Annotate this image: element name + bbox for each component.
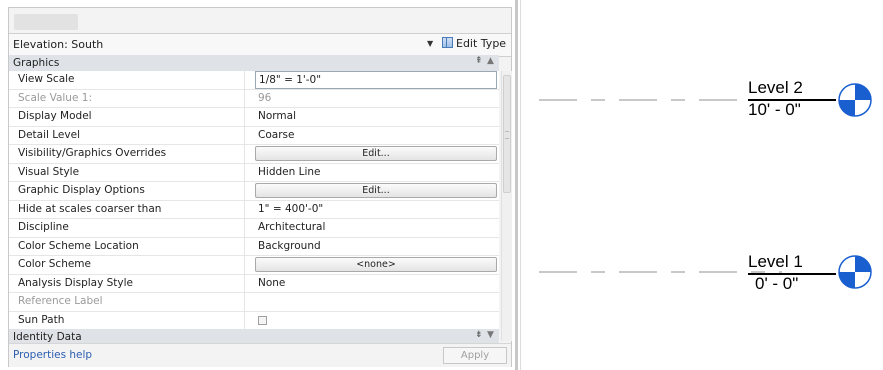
property-value[interactable]: Architectural (255, 219, 499, 237)
level-2-line[interactable] (525, 98, 785, 102)
expand-icon[interactable]: ⇟ (475, 330, 483, 340)
property-value[interactable]: None (255, 275, 499, 293)
property-name: Reference Label (9, 293, 245, 311)
panel-splitter-edge (520, 0, 521, 370)
level-head-quadrant (855, 84, 871, 100)
property-value-text: 1/8" = 1'-0" (259, 74, 322, 86)
property-checkbox[interactable] (258, 315, 267, 325)
property-value-text (255, 295, 258, 307)
properties-help-link[interactable]: Properties help (13, 349, 92, 361)
type-selector[interactable]: Elevation: South ▼ Edit Type (9, 33, 511, 57)
edit-type-button[interactable]: Edit Type (442, 37, 506, 50)
edit-type-label: Edit Type (456, 37, 507, 50)
property-row[interactable]: Detail Level Coarse (9, 126, 499, 145)
property-grid: View Scale 1/8" = 1'-0" Scale Value 1: 96 Di… (9, 71, 499, 330)
property-value-text: Normal (258, 110, 296, 122)
group-header-label: Graphics (13, 57, 60, 69)
property-row[interactable]: Color Scheme Location Background (9, 237, 499, 256)
property-name: Analysis Display Style (9, 274, 245, 292)
properties-panel: Elevation: South ▼ Edit Type Graphics ⇞ … (8, 7, 512, 367)
property-value-text: None (258, 276, 286, 289)
group-header-label: Identity Data (13, 331, 82, 343)
property-name: Visibility/Graphics Overrides (9, 145, 245, 163)
property-name: Sun Path (9, 311, 245, 329)
property-value-text: 1" = 400'-0" (258, 202, 324, 215)
elevation-view[interactable]: Level 2 10' - 0" Level 1 0' - 0" (525, 0, 883, 370)
property-value-text: 96 (258, 91, 272, 104)
property-name: Visual Style (9, 163, 245, 181)
property-edit-button[interactable]: Edit... (255, 183, 497, 198)
property-row[interactable]: Scale Value 1: 96 (9, 89, 499, 108)
scrollbar[interactable] (501, 71, 512, 341)
property-name: Color Scheme (9, 256, 245, 274)
property-value[interactable]: 1" = 400'-0" (255, 201, 499, 219)
property-row[interactable]: Discipline Architectural (9, 219, 499, 238)
property-row[interactable]: Color Scheme <none> (9, 256, 499, 275)
property-name: Detail Level (9, 126, 245, 144)
level-2-name[interactable]: Level 2 (748, 78, 803, 98)
property-row[interactable]: Display Model Normal (9, 108, 499, 127)
property-edit-button[interactable]: Edit... (255, 146, 497, 161)
property-row[interactable]: Graphic Display Options Edit... (9, 182, 499, 201)
scroll-up-icon[interactable]: ▲ (487, 56, 494, 66)
property-row[interactable]: View Scale 1/8" = 1'-0" (9, 71, 499, 90)
level-head-quadrant (839, 100, 855, 116)
property-value[interactable]: Coarse (255, 127, 499, 145)
scrollbar-thumb[interactable] (503, 75, 511, 193)
level-head-quadrant (855, 256, 871, 272)
property-name: Scale Value 1: (9, 89, 245, 107)
dropdown-arrow-icon[interactable]: ▼ (427, 39, 433, 48)
property-value[interactable]: Background (255, 238, 499, 256)
property-row[interactable]: Hide at scales coarser than 1" = 400'-0" (9, 200, 499, 219)
level-1-line[interactable] (525, 270, 785, 274)
property-row[interactable]: Sun Path (9, 311, 499, 330)
property-value-text: Hidden Line (258, 165, 321, 178)
property-name: Graphic Display Options (9, 182, 245, 200)
scroll-down-icon[interactable]: ▼ (487, 330, 494, 340)
group-header-graphics[interactable]: Graphics ⇞ ▲ (9, 55, 499, 72)
property-row[interactable]: Analysis Display Style None (9, 274, 499, 293)
level-1-elevation[interactable]: 0' - 0" (755, 274, 798, 294)
property-name: Discipline (9, 219, 245, 237)
apply-button[interactable]: Apply (443, 347, 507, 364)
panel-title (14, 14, 78, 30)
property-value[interactable]: Hidden Line (255, 164, 499, 182)
property-name: Hide at scales coarser than (9, 200, 245, 218)
panel-splitter[interactable] (515, 0, 518, 370)
level-head-quadrant (839, 272, 855, 288)
type-selector-value: Elevation: South (13, 38, 104, 51)
property-edit-button[interactable]: <none> (255, 257, 497, 272)
property-name: View Scale (9, 71, 245, 89)
property-value[interactable]: Normal (255, 108, 499, 126)
property-name: Color Scheme Location (9, 237, 245, 255)
level-1-name[interactable]: Level 1 (748, 252, 803, 272)
property-row[interactable]: Visibility/Graphics Overrides Edit... (9, 145, 499, 164)
edit-type-icon (442, 37, 453, 48)
property-name: Display Model (9, 108, 245, 126)
property-row[interactable]: Reference Label (9, 293, 499, 312)
property-value: 96 (255, 90, 499, 108)
level-head-icon[interactable] (837, 254, 873, 290)
property-value-input[interactable]: 1/8" = 1'-0" (255, 71, 497, 89)
property-value (255, 293, 499, 311)
property-row[interactable]: Visual Style Hidden Line (9, 163, 499, 182)
property-value-text: Coarse (258, 128, 295, 141)
level-2-elevation[interactable]: 10' - 0" (748, 100, 801, 120)
collapse-icon[interactable]: ⇞ (475, 56, 483, 66)
level-head-icon[interactable] (837, 82, 873, 118)
property-value-text: Background (258, 239, 321, 252)
property-value-text: Architectural (258, 221, 326, 233)
panel-footer: Properties help Apply (9, 343, 511, 367)
grip-icon (505, 131, 509, 139)
